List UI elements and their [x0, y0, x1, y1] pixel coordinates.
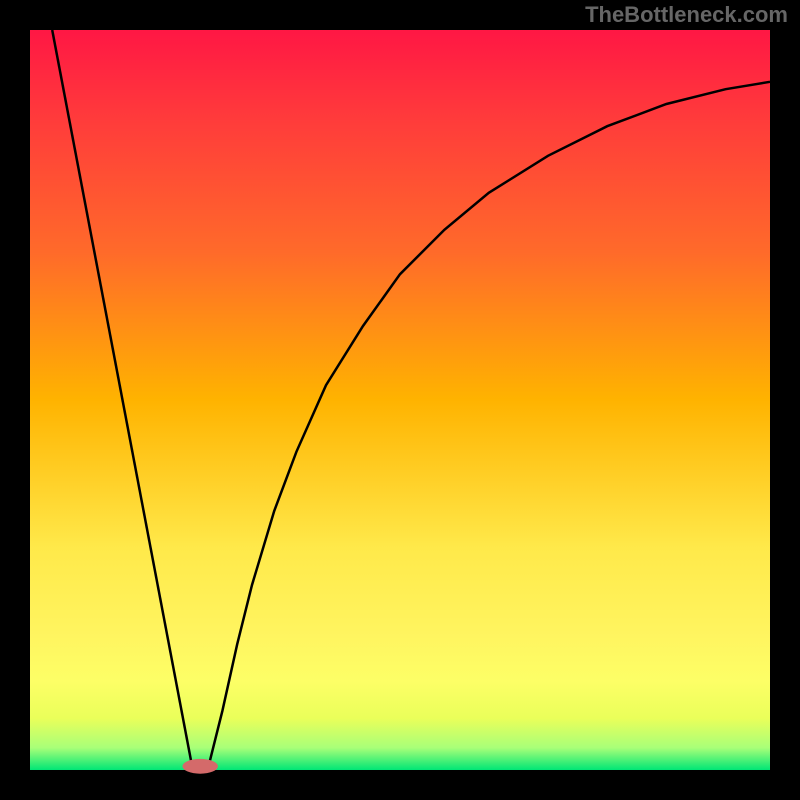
optimal-point-marker: [182, 759, 218, 774]
bottleneck-chart: [0, 0, 800, 800]
watermark-text: TheBottleneck.com: [585, 2, 788, 28]
plot-area: [30, 30, 770, 770]
